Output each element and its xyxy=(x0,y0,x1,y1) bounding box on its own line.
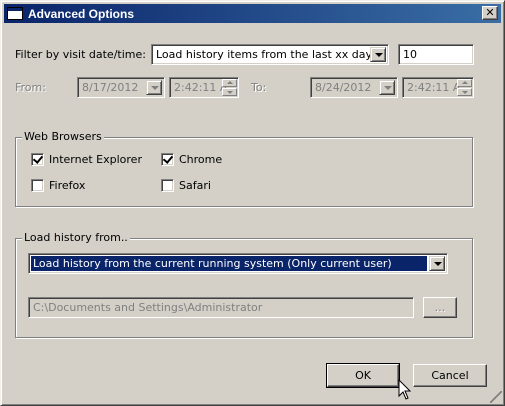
load-source-dropdown[interactable]: Load history from the current running sy… xyxy=(28,253,448,274)
from-time-field[interactable]: 2:42:11 A xyxy=(169,77,239,98)
to-date-picker[interactable]: 8/24/2012 xyxy=(310,77,398,98)
internet-explorer-checkbox[interactable] xyxy=(31,153,44,166)
window-icon xyxy=(7,7,23,20)
cancel-button[interactable]: Cancel xyxy=(413,364,487,387)
calendar-dropdown-icon[interactable] xyxy=(146,80,162,95)
spin-down-icon[interactable] xyxy=(457,88,472,96)
to-time-value: 2:42:11 A xyxy=(407,81,461,94)
browse-button[interactable]: ... xyxy=(423,297,457,318)
advanced-options-dialog: Advanced Options ✕ Filter by visit date/… xyxy=(0,0,505,406)
firefox-label[interactable]: Firefox xyxy=(49,179,85,192)
mouse-pointer-icon xyxy=(398,379,412,400)
resize-grip-icon[interactable] xyxy=(490,391,502,403)
title-bar[interactable]: Advanced Options ✕ xyxy=(4,4,501,23)
to-time-field[interactable]: 2:42:11 A xyxy=(402,77,474,98)
browse-button-label: ... xyxy=(434,301,446,314)
ok-button[interactable]: OK xyxy=(326,363,400,388)
to-label: To: xyxy=(251,81,267,94)
chevron-down-icon[interactable] xyxy=(429,256,445,271)
spin-up-icon[interactable] xyxy=(457,79,472,87)
web-browsers-group: Web Browsers Internet Explorer Chrome Fi… xyxy=(15,130,473,207)
to-date-value: 8/24/2012 xyxy=(315,81,372,94)
filter-dropdown[interactable]: Load history items from the last xx days xyxy=(151,44,389,65)
filter-dropdown-value: Load history items from the last xx days xyxy=(156,48,378,61)
from-time-spinner[interactable] xyxy=(222,79,237,96)
window-title: Advanced Options xyxy=(28,7,135,21)
from-time-value: 2:42:11 A xyxy=(174,81,228,94)
from-date-value: 8/17/2012 xyxy=(82,81,139,94)
safari-label[interactable]: Safari xyxy=(179,179,211,192)
internet-explorer-label[interactable]: Internet Explorer xyxy=(49,153,142,166)
history-path-input[interactable]: C:\Documents and Settings\Administrator xyxy=(28,297,414,318)
chrome-label[interactable]: Chrome xyxy=(179,153,222,166)
web-browsers-group-label: Web Browsers xyxy=(22,130,104,143)
cancel-button-label: Cancel xyxy=(431,369,469,382)
safari-checkbox[interactable] xyxy=(161,179,174,192)
load-source-dropdown-value: Load history from the current running sy… xyxy=(31,256,427,271)
firefox-checkbox[interactable] xyxy=(31,179,44,192)
from-date-picker[interactable]: 8/17/2012 xyxy=(77,77,165,98)
close-button[interactable]: ✕ xyxy=(482,6,498,20)
spin-down-icon[interactable] xyxy=(222,88,237,96)
days-input-value: 10 xyxy=(403,48,417,61)
to-time-spinner[interactable] xyxy=(457,79,472,96)
filter-label: Filter by visit date/time: xyxy=(15,48,146,61)
from-label: From: xyxy=(15,81,46,94)
load-history-group-label: Load history from.. xyxy=(22,231,130,244)
chrome-checkbox[interactable] xyxy=(161,153,174,166)
load-history-group: Load history from.. Load history from th… xyxy=(15,231,473,338)
days-input[interactable]: 10 xyxy=(398,44,474,65)
calendar-dropdown-icon[interactable] xyxy=(379,80,395,95)
ok-button-label: OK xyxy=(355,369,371,382)
chevron-down-icon[interactable] xyxy=(370,47,386,62)
history-path-value: C:\Documents and Settings\Administrator xyxy=(33,301,263,314)
close-icon: ✕ xyxy=(485,6,495,19)
spin-up-icon[interactable] xyxy=(222,79,237,87)
